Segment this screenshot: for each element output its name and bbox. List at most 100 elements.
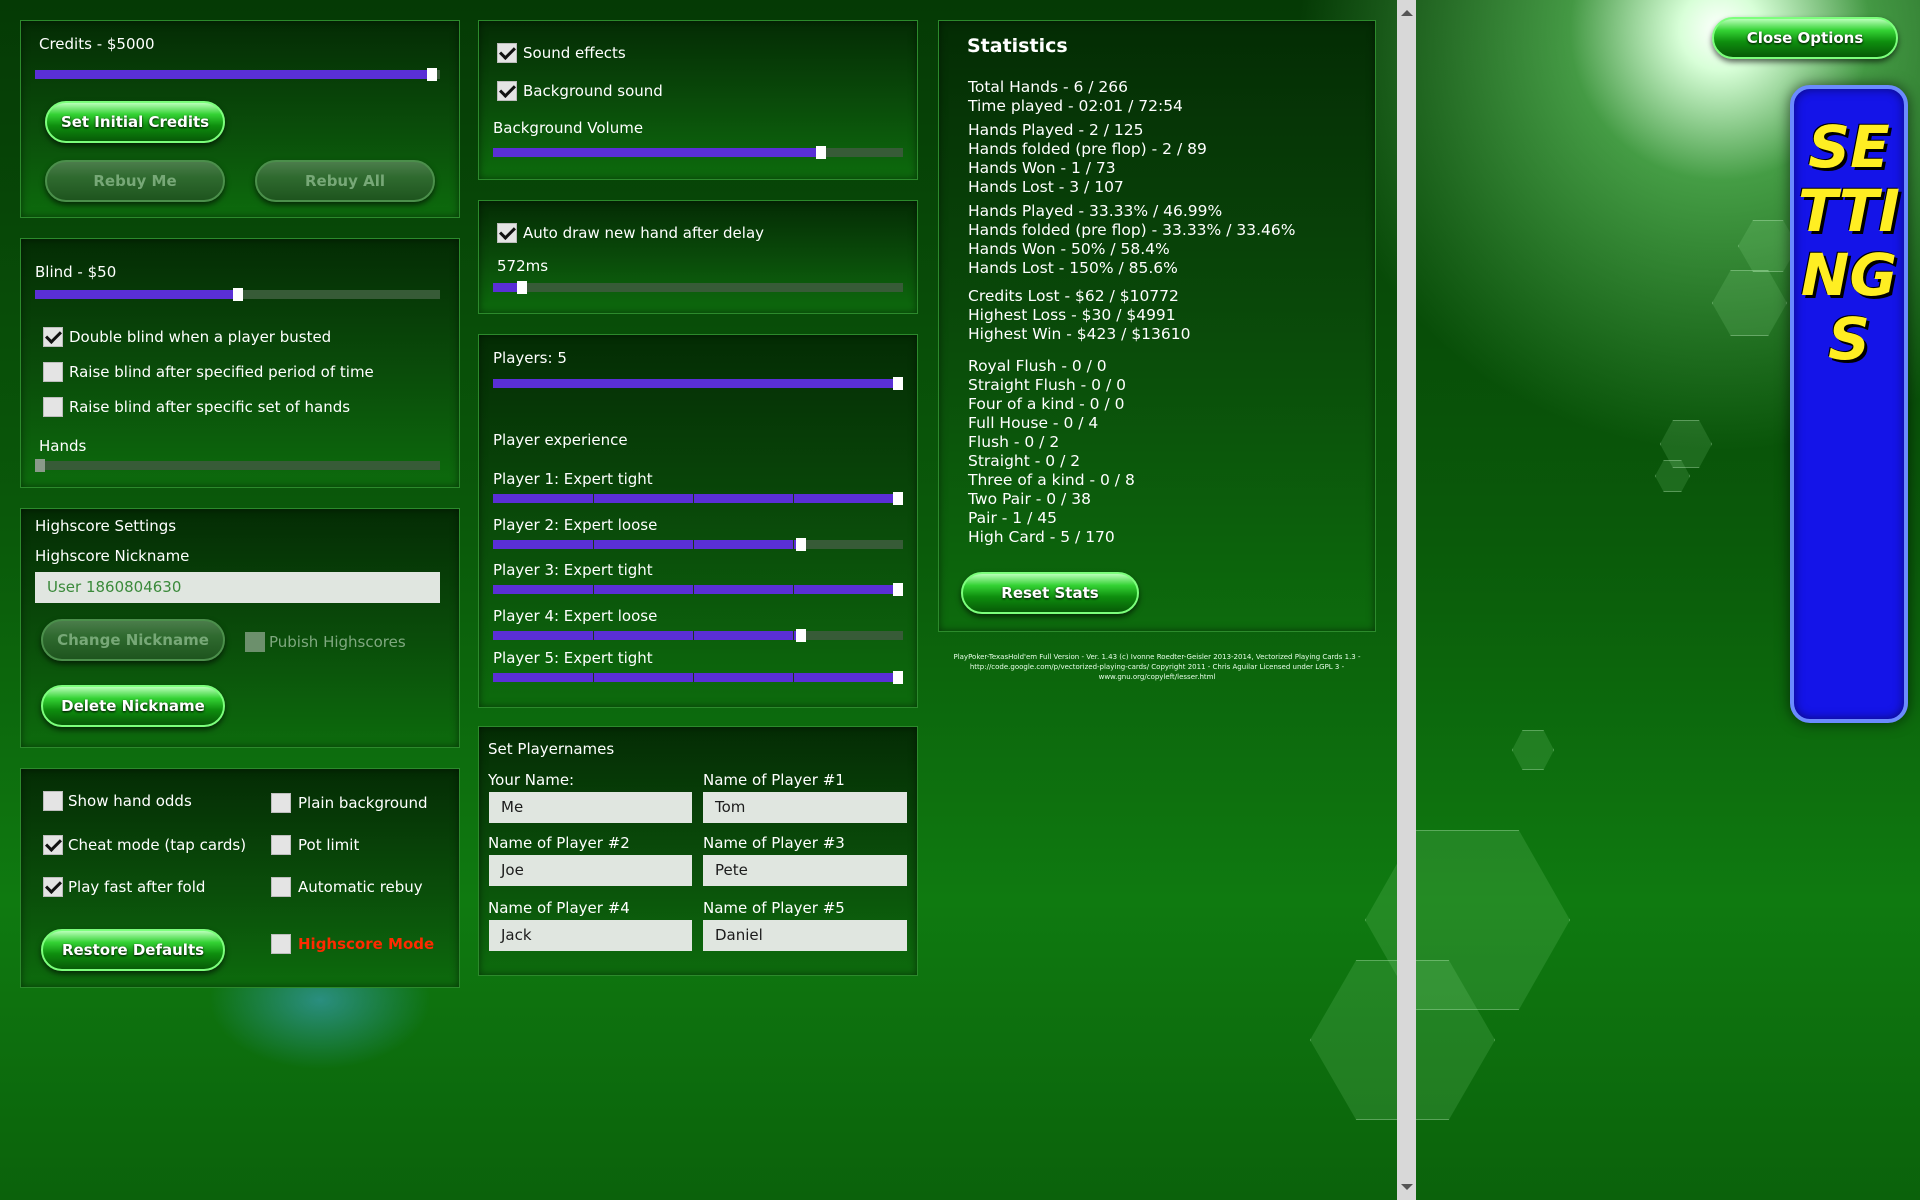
slider-tick — [793, 494, 794, 503]
player-3-experience-slider[interactable] — [493, 583, 903, 596]
credits-label: Credits - $5000 — [39, 35, 155, 53]
auto-draw-checkbox[interactable] — [497, 223, 517, 243]
blind-slider[interactable] — [35, 288, 440, 301]
rebuy-me-button[interactable]: Rebuy Me — [45, 160, 225, 202]
slider-tick — [693, 673, 694, 682]
players-count-thumb[interactable] — [893, 377, 903, 390]
player-4-experience-slider[interactable] — [493, 629, 903, 642]
highscore-nickname-input[interactable]: User 1860804630 — [35, 572, 440, 603]
highscore-mode-checkbox[interactable] — [271, 934, 291, 954]
decorative-hexagon — [1738, 220, 1798, 272]
player-3-name-input[interactable]: Pete — [703, 855, 907, 886]
reset-stats-button[interactable]: Reset Stats — [961, 572, 1139, 614]
slider-tick — [793, 631, 794, 640]
stat-line: High Card - 5 / 170 — [968, 528, 1115, 546]
blind-label: Blind - $50 — [35, 263, 117, 281]
player-2-experience-slider[interactable] — [493, 538, 903, 551]
hands-slider[interactable] — [35, 459, 440, 472]
stat-line: Highest Loss - $30 / $4991 — [968, 306, 1176, 324]
players-count-label: Players: 5 — [493, 349, 567, 367]
raise-blind-hands-label: Raise blind after specific set of hands — [69, 398, 351, 416]
stat-line: Two Pair - 0 / 38 — [968, 490, 1091, 508]
show-hand-odds-checkbox[interactable] — [43, 791, 63, 811]
settings-banner-text: SETTINGS — [1797, 113, 1901, 373]
pot-limit-checkbox[interactable] — [271, 835, 291, 855]
close-options-button[interactable]: Close Options — [1712, 17, 1898, 59]
restore-defaults-button[interactable]: Restore Defaults — [41, 929, 225, 971]
player-4-name-input[interactable]: Jack — [489, 920, 692, 951]
sound-effects-label: Sound effects — [523, 44, 626, 62]
auto-draw-delay-slider[interactable] — [493, 281, 903, 294]
highscore-nickname-label: Highscore Nickname — [35, 547, 190, 565]
stat-line: Hands Played - 2 / 125 — [968, 121, 1144, 139]
auto-draw-delay-label: 572ms — [497, 257, 549, 275]
sound-effects-checkbox[interactable] — [497, 43, 517, 63]
auto-draw-label: Auto draw new hand after delay — [523, 224, 765, 242]
player-1-name-label: Name of Player #1 — [703, 771, 845, 789]
plain-background-checkbox[interactable] — [271, 793, 291, 813]
stat-line: Hands Played - 33.33% / 46.99% — [968, 202, 1223, 220]
blind-slider-thumb[interactable] — [232, 288, 243, 301]
background-volume-label: Background Volume — [493, 119, 644, 137]
stat-line: Hands Won - 1 / 73 — [968, 159, 1116, 177]
player-1-experience-fill — [493, 494, 903, 503]
change-nickname-button[interactable]: Change Nickname — [41, 619, 225, 661]
scroll-down-icon[interactable] — [1401, 1184, 1413, 1190]
player-4-experience-thumb[interactable] — [795, 629, 806, 642]
background-volume-fill — [493, 148, 821, 157]
blind-slider-fill — [35, 290, 238, 299]
your-name-input[interactable]: Me — [489, 792, 692, 823]
player-3-experience-label: Player 3: Expert tight — [493, 561, 653, 579]
player-1-experience-thumb[interactable] — [893, 492, 903, 505]
player-1-experience-slider[interactable] — [493, 492, 903, 505]
credits-panel: Credits - $5000 Set Initial Credits Rebu… — [20, 20, 460, 218]
highscore-mode-label: Highscore Mode — [298, 935, 435, 953]
player-experience-label: Player experience — [493, 431, 628, 449]
slider-tick — [793, 585, 794, 594]
scrollbar[interactable] — [1397, 0, 1416, 1200]
player-5-name-label: Name of Player #5 — [703, 899, 845, 917]
slider-tick — [593, 540, 594, 549]
credits-slider-thumb[interactable] — [426, 68, 437, 81]
player-5-experience-thumb[interactable] — [893, 671, 903, 684]
player-2-name-input[interactable]: Joe — [489, 855, 692, 886]
play-fast-label: Play fast after fold — [68, 878, 206, 896]
stat-line: Hands Won - 50% / 58.4% — [968, 240, 1170, 258]
background-sound-checkbox[interactable] — [497, 81, 517, 101]
player-3-experience-thumb[interactable] — [893, 583, 903, 596]
autodraw-panel: Auto draw new hand after delay 572ms — [478, 200, 918, 314]
stat-line: Highest Win - $423 / $13610 — [968, 325, 1191, 343]
delete-nickname-button[interactable]: Delete Nickname — [41, 685, 225, 727]
scroll-up-icon[interactable] — [1401, 10, 1413, 16]
cheat-mode-checkbox[interactable] — [43, 835, 63, 855]
slider-tick — [593, 631, 594, 640]
settings-banner: SETTINGS — [1790, 85, 1908, 723]
background-volume-slider[interactable] — [493, 146, 903, 159]
publish-highscores-checkbox[interactable] — [245, 632, 265, 652]
raise-blind-time-checkbox[interactable] — [43, 362, 63, 382]
player-2-experience-thumb[interactable] — [795, 538, 806, 551]
rebuy-all-button[interactable]: Rebuy All — [255, 160, 435, 202]
auto-draw-delay-thumb[interactable] — [516, 281, 527, 294]
credits-slider[interactable] — [35, 68, 440, 81]
double-blind-checkbox[interactable] — [43, 327, 63, 347]
background-volume-thumb[interactable] — [816, 146, 826, 159]
automatic-rebuy-checkbox[interactable] — [271, 877, 291, 897]
play-fast-checkbox[interactable] — [43, 877, 63, 897]
stat-line: Flush - 0 / 2 — [968, 433, 1060, 451]
your-name-label: Your Name: — [488, 771, 575, 789]
double-blind-label: Double blind when a player busted — [69, 328, 332, 346]
player-5-name-input[interactable]: Daniel — [703, 920, 907, 951]
set-initial-credits-button[interactable]: Set Initial Credits — [45, 101, 225, 143]
players-count-slider[interactable] — [493, 377, 903, 390]
slider-tick — [793, 673, 794, 682]
set-playernames-title: Set Playernames — [488, 740, 615, 758]
player-1-name-input[interactable]: Tom — [703, 792, 907, 823]
credits-slider-fill — [35, 70, 432, 79]
stat-line: Hands folded (pre flop) - 33.33% / 33.46… — [968, 221, 1296, 239]
player-5-experience-slider[interactable] — [493, 671, 903, 684]
copyright-text: PlayPoker-TexasHold'em Full Version - Ve… — [953, 653, 1361, 681]
raise-blind-hands-checkbox[interactable] — [43, 397, 63, 417]
hands-slider-thumb[interactable] — [35, 459, 45, 472]
slider-tick — [693, 540, 694, 549]
